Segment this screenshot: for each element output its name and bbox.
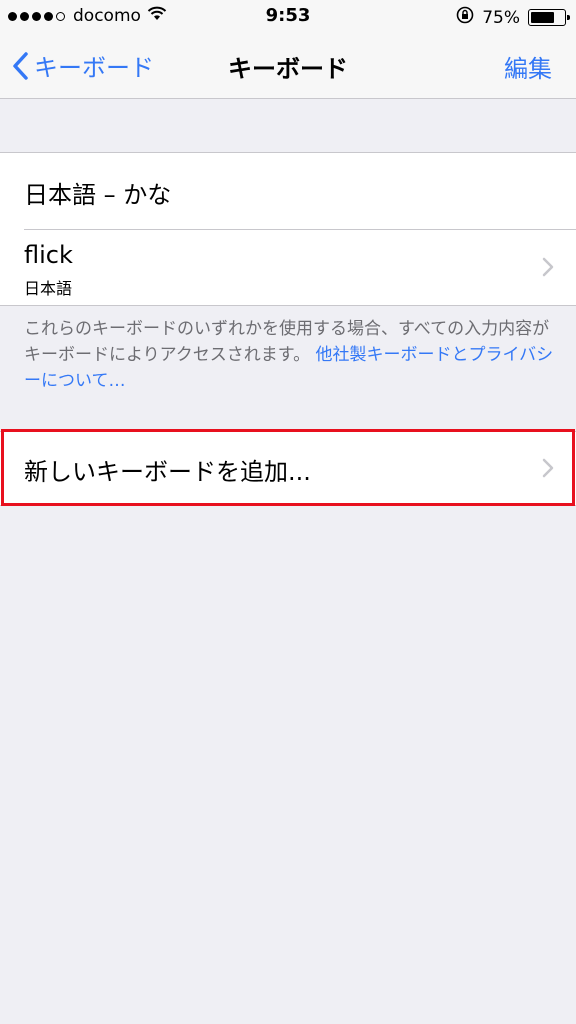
page-title: キーボード [228,55,348,83]
keyboard-list: 日本語 – かな flick 日本語 [0,152,576,306]
add-keyboard-group: 新しいキーボードを追加... [0,431,576,506]
status-bar: docomo 9:53 75% [0,0,576,36]
edit-button[interactable]: 編集 [504,49,552,84]
status-right: 75% [456,6,570,29]
battery-percent: 75% [482,7,520,28]
keyboard-title: 日本語 – かな [24,181,172,209]
orientation-lock-icon [456,6,474,29]
chevron-right-icon [542,458,554,478]
add-keyboard-label: 新しいキーボードを追加... [24,458,311,486]
keyboard-title: flick [24,241,73,269]
list-item-keyboard-flick[interactable]: flick 日本語 [0,229,576,305]
keyboard-subtitle: 日本語 [24,279,73,298]
add-keyboard-button[interactable]: 新しいキーボードを追加... [0,432,576,505]
privacy-note: これらのキーボードのいずれかを使用する場合、すべての入力内容がキーボードによりア… [24,316,554,394]
chevron-right-icon [542,257,554,277]
battery-icon [528,9,570,26]
navigation-bar: キーボード キーボード 編集 [0,36,576,99]
list-item-keyboard-kana[interactable]: 日本語 – かな [0,153,576,229]
